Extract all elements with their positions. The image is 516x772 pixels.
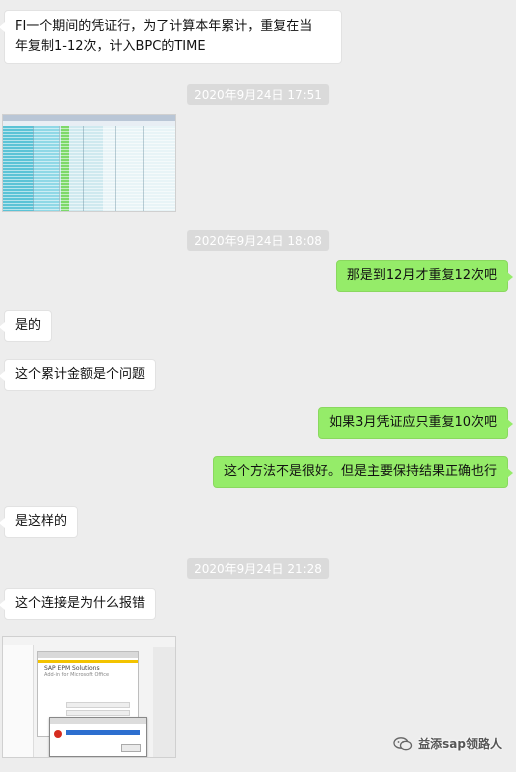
- timestamp: 2020年9月24日 17:51: [187, 84, 329, 105]
- error-icon: [54, 730, 62, 738]
- wechat-official-account-icon: [393, 736, 413, 750]
- dialog-subtitle: Add-in for Microsoft Office: [44, 672, 110, 678]
- sheet-column-divider: [33, 126, 34, 211]
- error-dialog: [49, 717, 147, 757]
- error-message-highlight: [66, 730, 140, 735]
- dialog-title-bar: [38, 652, 138, 658]
- screenshot-side-panel: [3, 645, 34, 757]
- message-text: 是这样的: [15, 514, 68, 529]
- message-text-line: FI一个期间的凭证行，为了计算本年累计，重复在当: [15, 19, 313, 34]
- sheet-rows: [3, 126, 175, 211]
- timestamp: 2020年9月24日 18:08: [187, 230, 329, 251]
- message-bubble-received[interactable]: 这个连接是为什么报错: [0, 588, 157, 620]
- timestamp: 2020年9月24日 21:28: [187, 558, 329, 579]
- spreadsheet-screenshot-thumbnail[interactable]: [2, 114, 176, 212]
- message-bubble-received[interactable]: 这个累计金额是个问题: [0, 359, 157, 391]
- message-bubble-received[interactable]: FI一个期间的凭证行，为了计算本年累计，重复在当 年复制1-12次，计入BPC的…: [0, 10, 342, 64]
- dialog-title: SAP EPM Solutions: [44, 665, 100, 672]
- watermark-text: 益添sap领路人: [418, 737, 502, 751]
- message-bubble-sent[interactable]: 如果3月凭证应只重复10次吧: [318, 407, 513, 439]
- message-text-line: 年复制1-12次，计入BPC的TIME: [15, 39, 206, 54]
- sheet-column-divider: [115, 126, 116, 211]
- sap-error-screenshot-thumbnail[interactable]: SAP EPM Solutions Add-in for Microsoft O…: [2, 636, 176, 758]
- dialog-input-field: [66, 702, 130, 708]
- screenshot-right-panel: [153, 647, 175, 757]
- message-text: 如果3月凭证应只重复10次吧: [329, 415, 497, 430]
- message-bubble-received[interactable]: 是这样的: [0, 506, 79, 538]
- watermark: 益添sap领路人: [393, 735, 502, 752]
- message-text: 这个连接是为什么报错: [15, 596, 146, 611]
- message-bubble-received[interactable]: 是的: [0, 310, 53, 342]
- message-text: 是的: [15, 318, 42, 333]
- ok-button: [121, 744, 141, 752]
- sheet-column-divider: [143, 126, 144, 211]
- error-dialog-title-bar: [50, 718, 146, 724]
- message-text: 那是到12月才重复12次吧: [346, 268, 497, 283]
- sheet-column-divider: [59, 126, 60, 211]
- message-text: 这个累计金额是个问题: [15, 367, 146, 382]
- sheet-column-divider: [83, 126, 84, 211]
- message-bubble-sent[interactable]: 那是到12月才重复12次吧: [335, 260, 514, 292]
- message-text: 这个方法不是很好。但是主要保持结果正确也行: [223, 464, 497, 479]
- dialog-input-field: [66, 710, 130, 716]
- message-bubble-sent[interactable]: 这个方法不是很好。但是主要保持结果正确也行: [212, 456, 514, 488]
